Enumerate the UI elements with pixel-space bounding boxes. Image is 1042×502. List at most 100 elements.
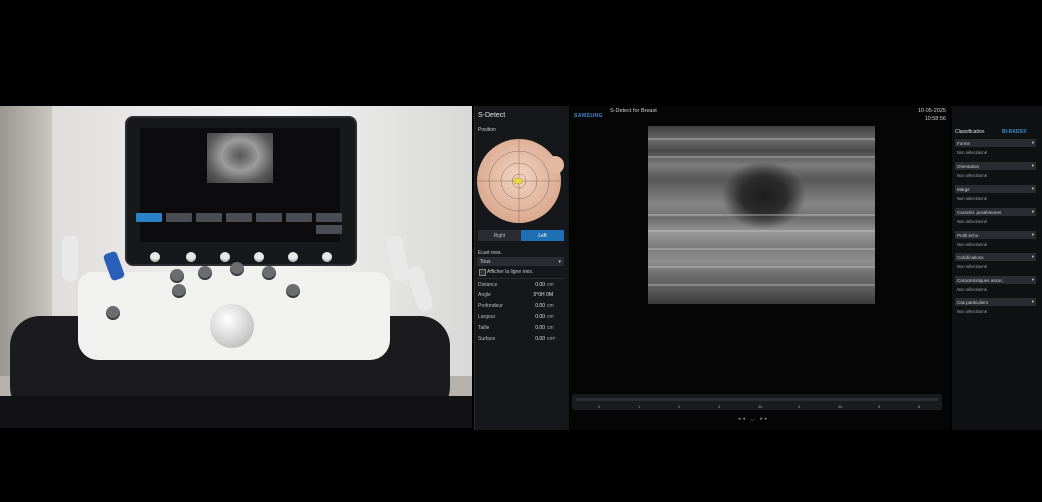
select-orientation[interactable]: Orientation ▾: [955, 162, 1036, 170]
knob: [254, 252, 264, 262]
measure-row-surface: Surface 0.00 cm²: [478, 336, 563, 345]
cine-tick: 1: [638, 404, 641, 409]
tissue-layer: [648, 284, 875, 286]
knob: [170, 269, 184, 283]
select-value: Non sélectionné: [957, 287, 988, 292]
measure-row-width: Largeur 0.00 cm: [478, 314, 563, 323]
touch-button: [136, 213, 162, 222]
tissue-layer: [648, 248, 875, 250]
cine-track[interactable]: [576, 398, 938, 401]
chevron-down-icon: ▾: [1031, 254, 1034, 259]
select-label: Caractéristiques assoc.: [957, 277, 1004, 283]
select-label: Marge: [957, 186, 970, 192]
ultrasound-image[interactable]: [648, 126, 875, 304]
cine-controls[interactable]: ◂◂ ◡ ▸▸: [738, 416, 769, 422]
select-label: Calcifications: [957, 254, 984, 260]
brand-logo: SAMSUNG: [574, 113, 604, 119]
position-label: Position: [478, 127, 496, 133]
touch-screen-image: [207, 133, 273, 183]
measure-row-size: Taille 0.00 cm: [478, 325, 563, 334]
select-forme[interactable]: Forme ▾: [955, 139, 1036, 147]
measure-unit: cm: [547, 303, 554, 309]
ecart-label: Ecart mes.: [478, 250, 502, 256]
measure-value: 0.00: [535, 336, 545, 342]
trackball: [210, 304, 254, 348]
select-value: Non sélectionné: [957, 264, 988, 269]
image-title: S-Detect for Breast: [610, 108, 657, 114]
side-left-button[interactable]: Left: [521, 230, 564, 241]
show-line-checkbox[interactable]: [479, 269, 486, 276]
select-special-cases[interactable]: Cas particuliers ▾: [955, 298, 1036, 306]
classification-title: Classification: [955, 129, 985, 135]
touch-button: [316, 225, 342, 234]
measure-label: Taille: [478, 325, 490, 331]
knob: [198, 266, 212, 280]
select-label: Forme: [957, 140, 971, 146]
breast-position-diagram[interactable]: [474, 134, 568, 226]
measure-value: 0.00: [535, 282, 545, 288]
ecart-value: Tous: [480, 258, 491, 265]
knob: [172, 284, 186, 298]
measure-label: Distance: [478, 282, 498, 288]
knob: [230, 262, 244, 276]
select-marge[interactable]: Marge ▾: [955, 185, 1036, 193]
measure-value: 0.00: [535, 303, 545, 309]
sdetect-title: S-Detect: [478, 112, 506, 119]
cine-tick: 3: [718, 404, 721, 409]
play-icon[interactable]: ◡: [750, 416, 756, 422]
measure-label: Profondeur: [478, 303, 503, 309]
prev-frame-icon[interactable]: ◂◂: [738, 416, 747, 422]
measure-unit: cm: [547, 314, 554, 320]
select-label: Cas particuliers: [957, 299, 989, 305]
measure-label: Angle: [478, 292, 491, 298]
knob: [150, 252, 160, 262]
cine-tick: 2: [678, 404, 681, 409]
probe-right-2: [405, 264, 435, 314]
birads-label: BI-RADS®: [1002, 129, 1027, 135]
measure-row-angle: Angle 0°0H 0M: [478, 292, 563, 301]
knob: [220, 252, 230, 262]
chevron-down-icon: ▾: [1031, 163, 1034, 168]
select-value: Non sélectionné: [957, 150, 988, 155]
touch-button: [286, 213, 312, 222]
cine-scrollbar[interactable]: 0 1 2 3 3b 4 4b 5 6: [572, 394, 942, 410]
chevron-down-icon: ▾: [1031, 186, 1034, 191]
cine-tick: 3b: [758, 404, 763, 409]
touch-button: [196, 213, 222, 222]
select-associated[interactable]: Caractéristiques assoc. ▾: [955, 276, 1036, 284]
side-right-button[interactable]: Right: [478, 230, 521, 241]
select-echo-pattern[interactable]: Profil écho ▾: [955, 231, 1036, 239]
cine-tick: 4: [798, 404, 801, 409]
exam-date: 10-05-2025: [917, 108, 946, 114]
select-value: Non sélectionné: [957, 242, 988, 247]
select-value: Non sélectionné: [957, 196, 988, 201]
camera-photo: [0, 106, 472, 428]
touch-button: [316, 213, 342, 222]
knob: [262, 266, 276, 280]
measure-unit: cm: [547, 282, 554, 288]
measure-label: Largeur: [478, 314, 496, 320]
knob: [286, 284, 300, 298]
next-frame-icon[interactable]: ▸▸: [760, 416, 769, 422]
tissue-layer: [648, 266, 875, 268]
measure-label: Surface: [478, 336, 496, 342]
select-posterior[interactable]: Caractér. postérieures ▾: [955, 208, 1036, 216]
cine-tick: 6: [918, 404, 921, 409]
exam-time: 10:58:56: [924, 116, 946, 122]
select-label: Caractér. postérieures: [957, 209, 1002, 215]
tissue-layer: [648, 230, 875, 232]
knob: [288, 252, 298, 262]
knob: [322, 252, 332, 262]
tissue-layer: [648, 214, 875, 216]
select-calcifications[interactable]: Calcifications ▾: [955, 253, 1036, 261]
cine-tick: 5: [878, 404, 881, 409]
cart-base: [0, 396, 472, 428]
touch-button: [256, 213, 282, 222]
knob: [186, 252, 196, 262]
measure-row-distance: Distance 0.00 cm: [478, 282, 563, 291]
chevron-down-icon: ▾: [1031, 209, 1034, 214]
measure-row-depth: Profondeur 0.00 cm: [478, 303, 563, 312]
ecart-select[interactable]: Tous ▾: [477, 257, 564, 266]
show-line-label: Afficher la ligne mes.: [487, 269, 534, 275]
select-value: Non sélectionné: [957, 309, 988, 314]
